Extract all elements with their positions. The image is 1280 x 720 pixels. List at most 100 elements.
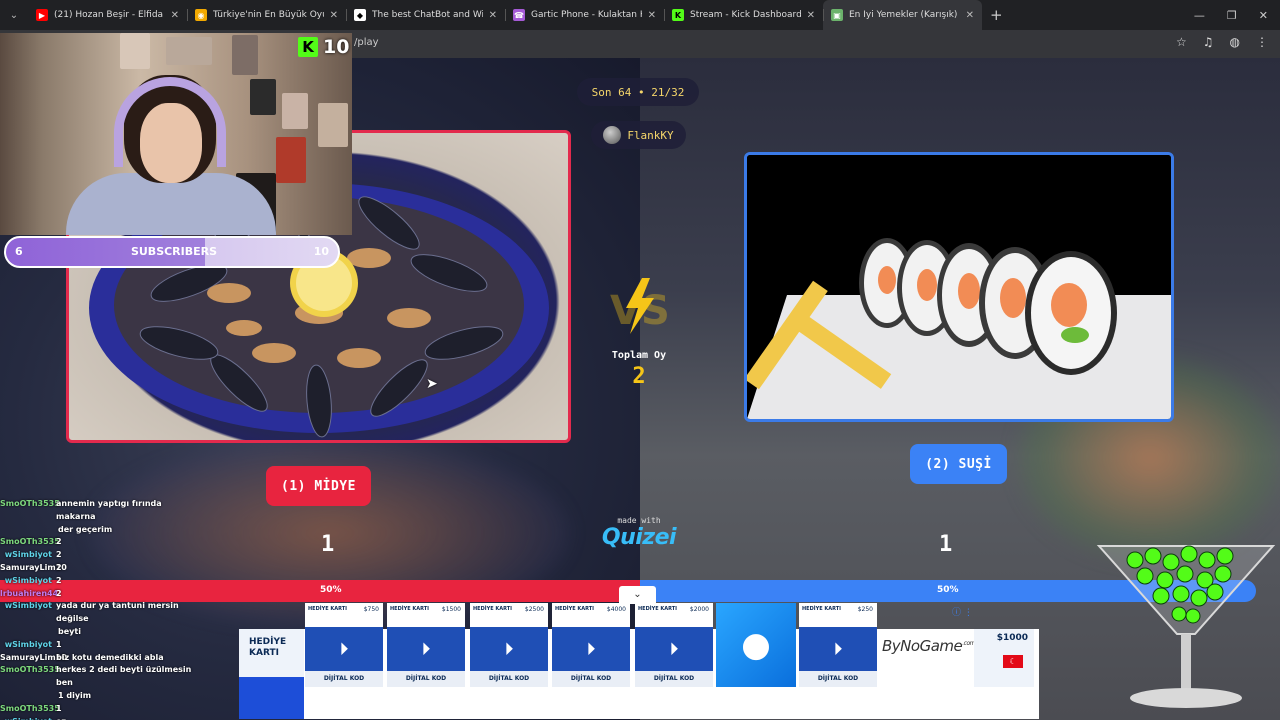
browser-tab[interactable]: ▣ En İyi Yemekler (Karışık) - Tier L ✕: [823, 0, 982, 30]
chat-message: wSimbiyot yada dur ya tantuni mersin deği…: [0, 600, 200, 626]
tab-list: ▶ (21) Hozan Beşir - Elfida - Y ✕ ◉ Türkiye'…: [28, 0, 982, 30]
close-tab-icon[interactable]: ✕: [171, 10, 179, 21]
browser-tab[interactable]: ▶ (21) Hozan Beşir - Elfida - Y ✕: [28, 0, 187, 30]
tab-title: (21) Hozan Beşir - Elfida - Y: [54, 10, 165, 20]
chat-message: SmoOTh3535 herkes 2 dedi beyti üzülmesin …: [0, 664, 200, 690]
gift-card-foot: DİJİTAL KOD: [799, 671, 877, 687]
chat-text: biz kotu demedikki abla: [56, 652, 164, 662]
chat-text: annemin yaptıgı fırında makarna: [56, 499, 162, 521]
chat-username[interactable]: SamurayLim10: [0, 652, 67, 665]
kick-logo-icon: K: [298, 37, 318, 57]
vote-count-left: 1: [321, 532, 335, 557]
kick-icon: K: [672, 9, 684, 21]
chat-text: herkes 2 dedi beyti üzülmesin ben: [56, 665, 192, 688]
chat-username[interactable]: SmoOTh3535: [0, 498, 60, 524]
host-user-pill: FlankKY: [591, 121, 686, 149]
sub-title: SUBSCRIBERS: [130, 245, 218, 258]
martini-glass-icon: [1096, 545, 1276, 708]
chat-text: yada dur ya tantuni mersin değilse: [56, 601, 179, 624]
menu-kebab-icon[interactable]: ⋮: [1256, 35, 1268, 49]
sub-goal: 10: [313, 245, 329, 258]
wall-poster: [120, 33, 150, 69]
ad-banner[interactable]: HEDİYE KARTI HEDİYE KARTI $750 ⏵ DİJİTAL KO…: [239, 603, 1039, 719]
minimize-icon[interactable]: —: [1194, 9, 1205, 22]
option-right-image[interactable]: [744, 152, 1174, 422]
phone-icon: ☎: [513, 9, 525, 21]
chat-username[interactable]: lrbuahiren44: [0, 588, 58, 601]
headset-icon: [114, 77, 226, 167]
bynogame-logo[interactable]: ByNoGame.com: [882, 637, 975, 655]
wall-poster: [282, 93, 308, 129]
chat-text: 2: [56, 550, 62, 560]
site-icon: ◉: [195, 9, 207, 21]
restore-icon[interactable]: ❐: [1227, 9, 1237, 22]
window-controls: — ❐ ✕: [1194, 9, 1280, 22]
chat-message: SmoOTh3535 2: [0, 536, 200, 549]
browser-tab[interactable]: ◉ Türkiye'nin En Büyük Oyuncu D ✕: [187, 0, 346, 30]
new-tab-icon[interactable]: +: [982, 6, 1011, 24]
chat-text: 2: [56, 575, 62, 585]
gift-card-value: $750: [363, 606, 379, 613]
chat-username[interactable]: SamurayLim10: [0, 562, 67, 575]
chat-username[interactable]: wSimbiyot: [0, 716, 56, 720]
bookmark-star-icon[interactable]: ☆: [1176, 35, 1187, 49]
vote-button-left[interactable]: (1) MİDYE: [266, 466, 371, 506]
close-window-icon[interactable]: ✕: [1259, 9, 1268, 22]
gift-card[interactable]: HEDİYE KARTI $1500 ⏵ DİJİTAL KOD: [387, 603, 465, 687]
chat-message: SamurayLim10 2: [0, 562, 200, 575]
chat-text: 1: [56, 703, 62, 713]
vs-emblem: VS: [604, 276, 674, 336]
browser-tab[interactable]: K Stream - Kick Dashboard ✕: [664, 0, 823, 30]
close-tab-icon[interactable]: ✕: [807, 10, 815, 21]
playstation-icon: ⏵: [470, 627, 548, 671]
chat-username[interactable]: wSimbiyot: [0, 639, 56, 652]
browser-tab[interactable]: ◆ The best ChatBot and Widgets ✕: [346, 0, 505, 30]
gift-card-value: $2500: [524, 606, 544, 613]
browser-tab-strip: ⌄ ▶ (21) Hozan Beşir - Elfida - Y ✕ ◉ Türkiy…: [0, 0, 1280, 30]
made-with-label: made with: [617, 516, 661, 525]
close-tab-icon[interactable]: ✕: [648, 10, 656, 21]
ad-info-icon[interactable]: ⓘ ⋮: [952, 605, 973, 618]
profile-icon[interactable]: ◍: [1230, 35, 1240, 49]
chat-message: SmoOTh3535 annemin yaptıgı fırında makarn…: [0, 498, 200, 524]
mouse-cursor-icon: ➤: [426, 376, 438, 392]
gift-card[interactable]: HEDİYE KARTI $4000 ⏵ DİJİTAL KOD: [552, 603, 630, 687]
chat-username[interactable]: wSimbiyot: [0, 549, 56, 562]
vote-percent-right: 50%: [937, 585, 959, 595]
collapse-ad-chevron-icon[interactable]: ⌄: [619, 586, 656, 604]
wall-poster: [276, 137, 306, 183]
chat-message: wSimbiyot 2: [0, 549, 200, 562]
gift-card[interactable]: HEDİYE KARTI $750 ⏵ DİJİTAL KOD: [305, 603, 383, 687]
chat-text-continued: der geçerim: [58, 524, 113, 534]
chat-message: SamurayLim10 biz kotu demedikki abla: [0, 652, 200, 665]
close-tab-icon[interactable]: ✕: [966, 10, 974, 21]
gift-card[interactable]: HEDİYE KARTI $2500 ⏵ DİJİTAL KOD: [470, 603, 548, 687]
wall-poster: [318, 103, 348, 147]
close-tab-icon[interactable]: ✕: [489, 10, 497, 21]
chat-overlay: SmoOTh3535 annemin yaptıgı fırında makarn…: [0, 498, 200, 720]
wall-poster: [166, 37, 212, 65]
gift-card[interactable]: HEDİYE KARTI $250 ⏵ DİJİTAL KOD: [799, 603, 877, 687]
address-bar[interactable]: /play: [354, 37, 379, 48]
chat-message: wSimbiyot 2: [0, 575, 200, 588]
chat-username[interactable]: wSimbiyot: [0, 575, 56, 588]
vote-percent-left: 50%: [320, 585, 342, 595]
chat-message: lrbuahiren44 2: [0, 588, 200, 601]
lightning-vs-icon: VS: [610, 278, 670, 334]
ad-brand-name: ByNoGame: [882, 637, 963, 655]
vote-button-right[interactable]: (2) SUŞİ: [910, 444, 1007, 484]
media-controls-icon[interactable]: ♫: [1203, 35, 1214, 49]
close-tab-icon[interactable]: ✕: [330, 10, 338, 21]
kick-follower-badge: K 10: [298, 36, 349, 58]
gift-card[interactable]: HEDİYE KARTI $2000 ⏵ DİJİTAL KOD: [635, 603, 713, 687]
chat-username[interactable]: wSimbiyot: [0, 600, 56, 626]
chat-username[interactable]: SmoOTh3535: [0, 703, 60, 716]
chat-username[interactable]: SmoOTh3535: [0, 536, 60, 549]
browser-tab[interactable]: ☎ Gartic Phone - Kulaktan Kulağa ✕: [505, 0, 664, 30]
chat-username[interactable]: SmoOTh3535: [0, 664, 60, 690]
total-votes-label: Toplam Oy: [611, 350, 667, 361]
chat-text: 2: [56, 562, 62, 572]
apple-gift-card-icon[interactable]: ●: [716, 603, 796, 687]
tab-search-icon[interactable]: ⌄: [0, 0, 28, 30]
playstation-icon: ⏵: [635, 627, 713, 671]
